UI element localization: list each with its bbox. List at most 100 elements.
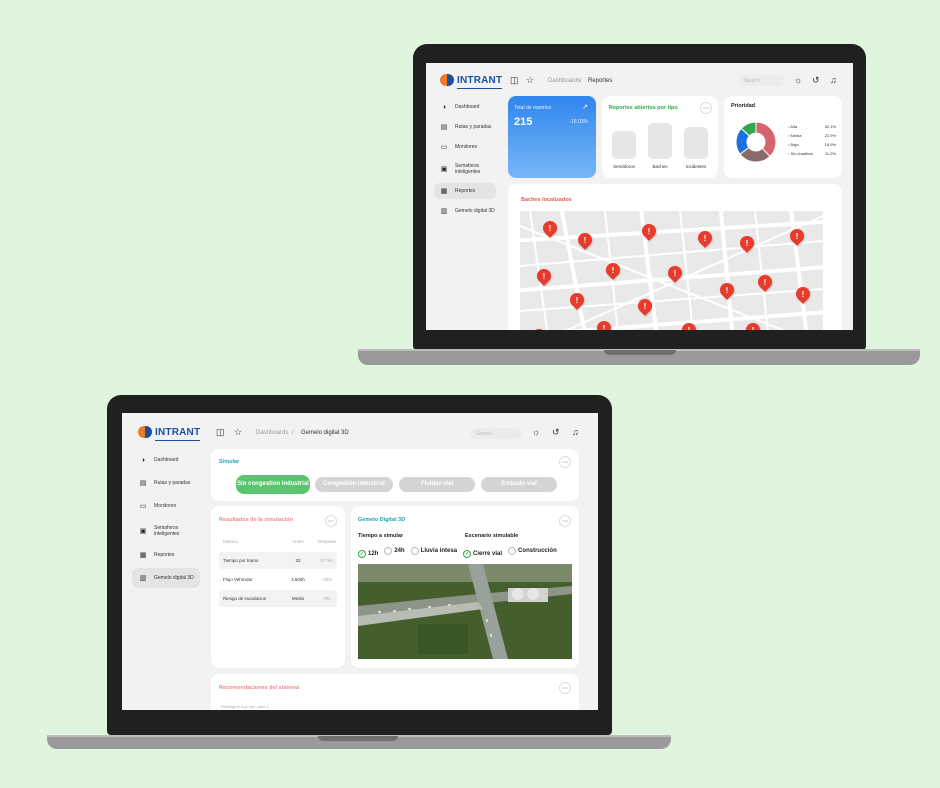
pie-chart-icon: ◑ [441, 103, 447, 111]
more-options-button[interactable]: ⋯ [700, 102, 712, 114]
table-row: Riesgo de inundacion Medio Alto [219, 590, 337, 607]
sidebar-item-reportes[interactable]: ▦ Reportes [434, 183, 496, 199]
priority-donut [735, 121, 777, 163]
sidebar-item-gemelo[interactable]: ▥ Gemelo digital 3D [434, 203, 496, 219]
sidebar-item-label: Reportes [455, 188, 476, 194]
pothole-marker-icon[interactable]: ! [635, 296, 655, 316]
star-icon[interactable]: ☆ [526, 75, 534, 86]
pothole-marker-icon[interactable]: ! [717, 280, 737, 300]
folder-icon: ▭ [440, 144, 448, 151]
legend-label: • Baja [788, 142, 799, 147]
sidebar-toggle-icon[interactable]: ◫ [216, 427, 225, 438]
time-option-12h[interactable]: ✓ 12h [358, 550, 378, 558]
pothole-marker-icon[interactable]: ! [534, 266, 554, 286]
total-reports-card: Total de reportes ↗ 215 -18.03% [508, 96, 596, 178]
pothole-marker-icon[interactable]: ! [787, 226, 807, 246]
sidebar-item-rutas[interactable]: ▤ Rutas y paradas [434, 119, 496, 135]
scenario-option-construccion[interactable]: Construcción [508, 547, 557, 555]
history-icon[interactable]: ↺ [552, 427, 560, 438]
option-embudo[interactable]: Embudo vial [481, 477, 557, 492]
search-placeholder: Search [476, 430, 492, 437]
route-icon: ▤ [440, 124, 448, 131]
option-fluidez[interactable]: Fluidez vial [399, 477, 475, 492]
pothole-marker-icon[interactable]: ! [755, 272, 775, 292]
more-options-button[interactable]: ⋯ [559, 456, 571, 468]
search-input[interactable]: Search [738, 75, 784, 86]
sidebar-item-dashboard[interactable]: ◑ Dashboard [434, 99, 496, 115]
after-cell: 27 min [320, 558, 334, 563]
header-before: Antes [292, 539, 304, 544]
type-bar-label: Incidentes [685, 164, 707, 169]
sidebar-item-semaforos[interactable]: ▣ Semaforos inteligentes [434, 159, 496, 179]
sidebar-item-semaforos[interactable]: ▣ Semaforos inteligentes [132, 520, 200, 542]
sidebar-toggle-icon[interactable]: ◫ [510, 75, 519, 86]
breadcrumb-root[interactable]: Dashboards [548, 78, 580, 84]
sidebar-item-gemelo[interactable]: ▥ Gemelo digital 3D [132, 568, 200, 588]
logo-mark-icon [440, 74, 454, 86]
pothole-marker-icon[interactable]: ! [540, 218, 560, 238]
more-options-button[interactable]: ⋯ [559, 682, 571, 694]
intrant-logo: INTRANT [138, 426, 201, 441]
pothole-marker-icon[interactable]: ! [695, 228, 715, 248]
digital-twin-3d-view[interactable] [358, 564, 572, 659]
pothole-marker-icon[interactable]: ! [603, 260, 623, 280]
sidebar-bottom: ◑ Dashboard ▤ Rutas y paradas ▭ Monitoreo ▣… [122, 449, 208, 710]
star-icon[interactable]: ☆ [234, 427, 242, 438]
time-option-24h[interactable]: 24h [384, 547, 405, 555]
legend-value: 22.9% [824, 133, 836, 138]
intrant-logo: INTRANT [440, 74, 503, 89]
route-icon: ▤ [139, 480, 147, 487]
bell-icon[interactable]: ♫ [572, 427, 579, 437]
legend-value: 32.1% [824, 124, 836, 129]
after-cell: Alto [323, 596, 331, 601]
more-options-button[interactable]: ⋯ [559, 515, 571, 527]
sidebar-item-label: Gemelo digital 3D [154, 575, 194, 581]
results-header-row: Metrica Antes Despues [219, 533, 337, 550]
sidebar-item-monitoreo[interactable]: ▭ Monitoreo [132, 497, 200, 515]
sun-icon[interactable]: ☼ [794, 75, 802, 85]
search-input[interactable]: Search [470, 428, 522, 439]
map-area[interactable]: ! ! ! ! ! ! ! ! ! ! ! ! ! ! ! ! ! ! [520, 211, 823, 330]
sidebar-item-label: Semaforos inteligentes [455, 163, 481, 175]
potholes-map-card: Baches localizados ! ! ! ! ! ! ! ! ! ! !… [508, 184, 842, 330]
scenario-option-lluvia[interactable]: Lluvia intesa [410, 547, 458, 555]
laptop-bottom-notch [318, 736, 398, 741]
sidebar-item-label: Rutas y paradas [455, 124, 492, 130]
sidebar-item-monitoreo[interactable]: ▭ Monitoreo [434, 139, 496, 155]
trend-icon: ↗ [582, 104, 588, 111]
time-option-label: 24h [394, 548, 405, 554]
legend-item: • Alta 32.1% [788, 124, 836, 129]
bell-icon[interactable]: ♫ [830, 75, 837, 85]
scenario-option-cierre[interactable]: ✓ Cierre vial [463, 550, 502, 558]
more-options-button[interactable]: ⋯ [325, 515, 337, 527]
pothole-marker-icon[interactable]: ! [737, 233, 757, 253]
option-congestion[interactable]: Congestión industrial [315, 477, 393, 492]
recommendations-card: Recomendaciones del sistema ⋯ Redirigir … [211, 674, 579, 710]
options-row: ✓ 12h 24h Lluvia intesa ✓ Cierre vial Construc… [358, 542, 563, 560]
sun-icon[interactable]: ☼ [532, 427, 540, 437]
sidebar-item-dashboard[interactable]: ◑ Dashboard [132, 451, 200, 469]
history-icon[interactable]: ↺ [812, 75, 820, 86]
pothole-marker-icon[interactable]: ! [665, 263, 685, 283]
pothole-marker-icon[interactable]: ! [639, 221, 659, 241]
legend-item: • Sin clasificar 11.2% [788, 151, 836, 156]
pothole-marker-icon[interactable]: ! [793, 284, 813, 304]
results-card: Resultados de la simulación ⋯ Metrica An… [211, 506, 345, 668]
sidebar-item-reportes[interactable]: ▦ Reportes [132, 546, 200, 564]
pothole-marker-icon[interactable]: ! [575, 230, 595, 250]
check-icon: ✓ [358, 550, 366, 558]
header-metric: Metrica [223, 539, 238, 544]
pothole-marker-icon[interactable]: ! [567, 290, 587, 310]
scenario-option-label: Lluvia intesa [420, 548, 458, 554]
cube-icon: ▥ [440, 208, 448, 215]
legend-value: 18.9% [824, 142, 836, 147]
before-cell: 33 [295, 558, 301, 563]
scenario-option-label: Cierre vial [473, 551, 503, 557]
before-cell: Medio [291, 596, 305, 601]
breadcrumb-root[interactable]: Dashboards [256, 430, 288, 436]
priority-title: Prioridad [731, 103, 756, 109]
time-label: Tiempo a simular [358, 533, 404, 539]
metric-cell: Flujo Vehicular [223, 577, 253, 582]
option-sin-congestion[interactable]: Sin congestion industrial [236, 475, 310, 494]
sidebar-item-rutas[interactable]: ▤ Rutas y paradas [132, 474, 200, 492]
